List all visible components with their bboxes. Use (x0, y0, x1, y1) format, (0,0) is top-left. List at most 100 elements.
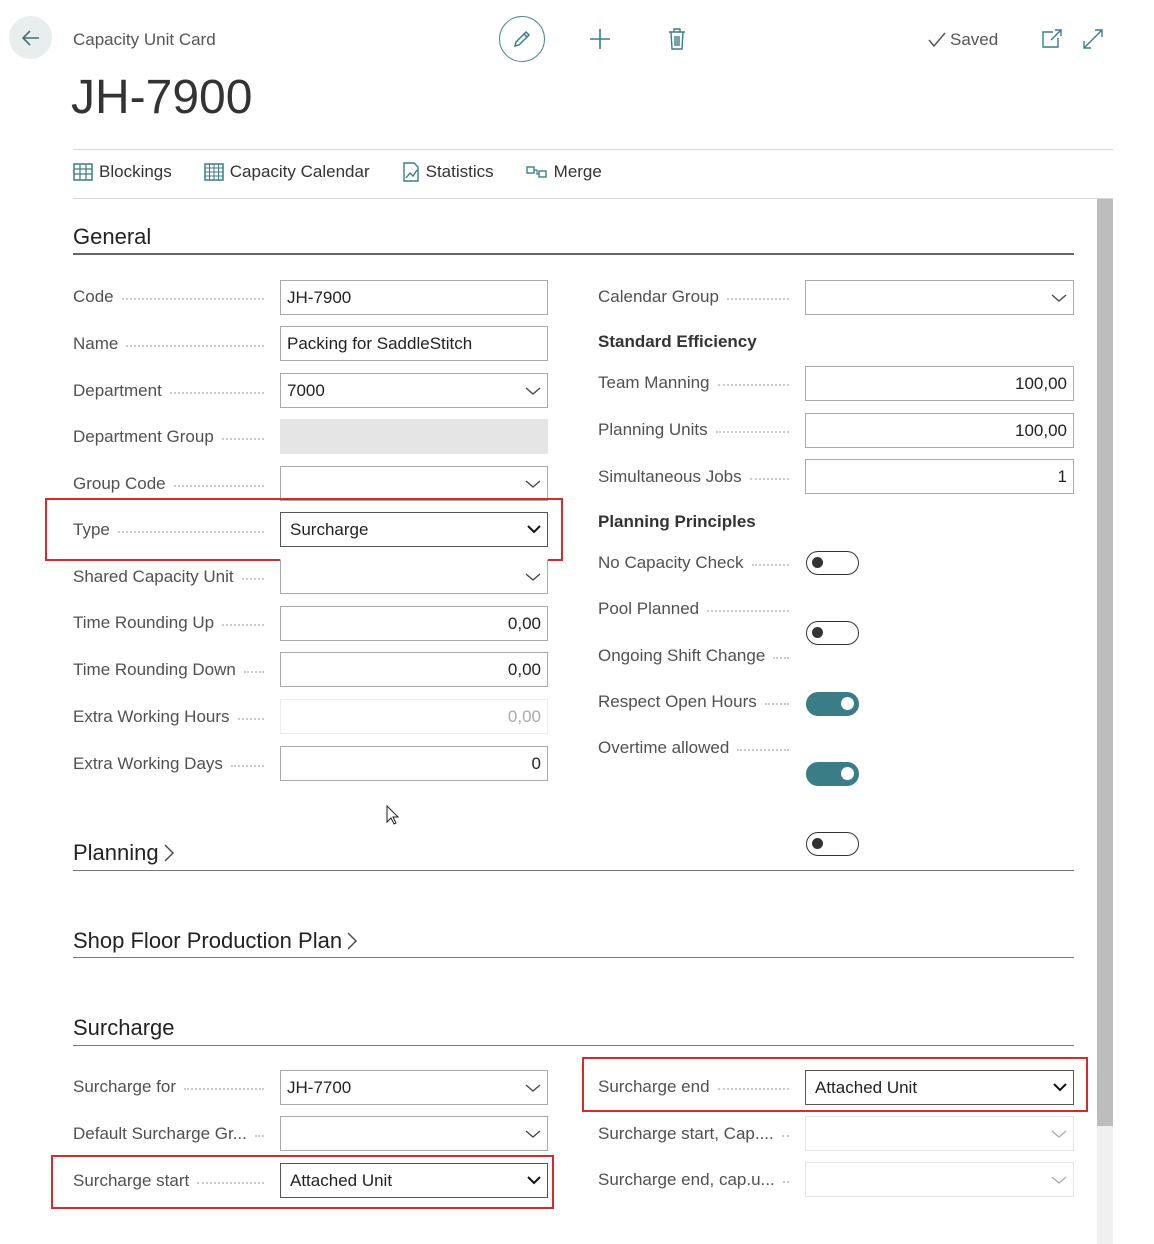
action-bar-divider (73, 198, 1113, 199)
back-button[interactable] (9, 16, 52, 59)
department-group-label: Department Group (73, 426, 272, 448)
calendar-icon (204, 163, 224, 181)
ongoing-shift-change-toggle[interactable] (806, 692, 859, 716)
section-divider (73, 1045, 1074, 1046)
no-capacity-check-label: No Capacity Check (598, 552, 797, 574)
header-divider (73, 149, 1113, 150)
grid-icon (73, 163, 93, 181)
simultaneous-jobs-label: Simultaneous Jobs (598, 466, 797, 488)
planning-units-label: Planning Units (598, 419, 797, 441)
pool-planned-toggle[interactable] (806, 621, 859, 645)
expand-icon (1083, 29, 1103, 49)
default-surcharge-group-select[interactable] (280, 1116, 548, 1151)
merge-icon (525, 166, 547, 178)
toggle-knob (841, 697, 854, 710)
chevron-down-icon (1051, 294, 1067, 302)
time-rounding-up-input[interactable]: 0,00 (280, 606, 548, 641)
code-label: Code (73, 286, 272, 308)
time-rounding-up-label: Time Rounding Up (73, 612, 272, 634)
surcharge-end-cap-select (805, 1162, 1074, 1197)
extra-working-days-input[interactable]: 0 (280, 746, 548, 781)
chevron-down-icon (1051, 1176, 1067, 1184)
chevron-down-icon (1051, 1130, 1067, 1138)
extra-working-days-label: Extra Working Days (73, 753, 272, 775)
chevron-down-icon (1053, 1083, 1067, 1092)
toggle-knob (812, 557, 823, 568)
section-planning-header[interactable]: Planning (73, 840, 175, 866)
department-group-input (280, 419, 548, 454)
mouse-cursor-icon (386, 805, 400, 825)
action-label: Statistics (425, 162, 494, 181)
group-code-select[interactable] (280, 466, 548, 501)
overtime-allowed-label: Overtime allowed (598, 737, 797, 759)
name-input[interactable]: Packing for SaddleStitch (280, 326, 548, 361)
section-surcharge-title: Surcharge (73, 1015, 175, 1040)
chevron-down-icon (525, 1084, 541, 1092)
name-label: Name (73, 333, 272, 355)
department-label: Department (73, 380, 272, 402)
type-select[interactable]: Surcharge (280, 512, 548, 547)
overtime-allowed-toggle[interactable] (806, 832, 859, 856)
surcharge-start-select[interactable]: Attached Unit (280, 1163, 548, 1198)
new-button[interactable] (586, 25, 614, 53)
action-blockings[interactable]: Blockings (73, 162, 172, 182)
shared-capacity-unit-select[interactable] (280, 559, 548, 594)
extra-working-hours-label: Extra Working Hours (73, 706, 272, 728)
page-title: JH-7900 (71, 71, 253, 124)
simultaneous-jobs-input[interactable]: 1 (805, 459, 1074, 494)
chevron-down-icon (527, 525, 541, 534)
surcharge-end-select[interactable]: Attached Unit (805, 1070, 1074, 1105)
code-input[interactable]: JH-7900 (280, 280, 548, 315)
toggle-knob (812, 627, 823, 638)
trash-icon (669, 28, 685, 50)
section-planning-title: Planning (73, 840, 159, 865)
expand-button[interactable] (1081, 27, 1105, 51)
respect-open-hours-label: Respect Open Hours (598, 691, 797, 713)
action-capacity-calendar[interactable]: Capacity Calendar (204, 162, 370, 182)
group-code-label: Group Code (73, 473, 272, 495)
action-bar: Blockings Capacity Calendar Statistics M… (73, 162, 602, 182)
saved-label: Saved (950, 30, 999, 49)
edit-button[interactable] (499, 16, 545, 62)
action-merge[interactable]: Merge (525, 162, 602, 182)
open-new-window-button[interactable] (1040, 27, 1064, 51)
section-general-header[interactable]: General (73, 224, 151, 250)
time-rounding-down-input[interactable]: 0,00 (280, 652, 548, 687)
time-rounding-down-label: Time Rounding Down (73, 659, 272, 681)
section-general-title: General (73, 224, 152, 249)
arrow-left-icon (21, 29, 39, 46)
action-label: Capacity Calendar (229, 162, 370, 181)
open-in-new-window-icon (1042, 29, 1062, 48)
default-surcharge-group-label: Default Surcharge Gr... (73, 1123, 272, 1145)
ongoing-shift-change-label: Ongoing Shift Change (598, 645, 797, 667)
pencil-icon (513, 30, 531, 48)
planning-units-input[interactable]: 100,00 (805, 413, 1074, 448)
action-label: Merge (553, 162, 602, 181)
team-manning-input[interactable]: 100,00 (805, 366, 1074, 401)
section-divider (73, 870, 1074, 871)
respect-open-hours-toggle[interactable] (806, 762, 859, 786)
surcharge-end-cap-label: Surcharge end, cap.u... (598, 1169, 797, 1191)
surcharge-start-cap-select (805, 1116, 1074, 1151)
no-capacity-check-toggle[interactable] (806, 551, 859, 575)
section-divider (73, 253, 1074, 255)
section-shop-floor-title: Shop Floor Production Plan (73, 928, 343, 953)
chevron-down-icon (525, 573, 541, 581)
action-statistics[interactable]: Statistics (402, 162, 494, 182)
plus-icon (590, 29, 610, 49)
toggle-knob (812, 838, 823, 849)
pool-planned-label: Pool Planned (598, 598, 797, 620)
chevron-down-icon (525, 387, 541, 395)
scrollbar-thumb[interactable] (1097, 199, 1113, 1126)
calendar-group-select[interactable] (805, 280, 1074, 315)
action-label: Blockings (99, 162, 172, 181)
section-shop-floor-header[interactable]: Shop Floor Production Plan (73, 928, 358, 954)
surcharge-for-label: Surcharge for (73, 1076, 272, 1098)
department-select[interactable]: 7000 (280, 373, 548, 408)
delete-button[interactable] (664, 25, 690, 53)
section-surcharge-header[interactable]: Surcharge (73, 1015, 175, 1041)
team-manning-label: Team Manning (598, 372, 797, 394)
surcharge-for-select[interactable]: JH-7700 (280, 1070, 548, 1105)
chevron-right-icon (164, 844, 174, 862)
extra-working-hours-input: 0,00 (280, 699, 548, 734)
